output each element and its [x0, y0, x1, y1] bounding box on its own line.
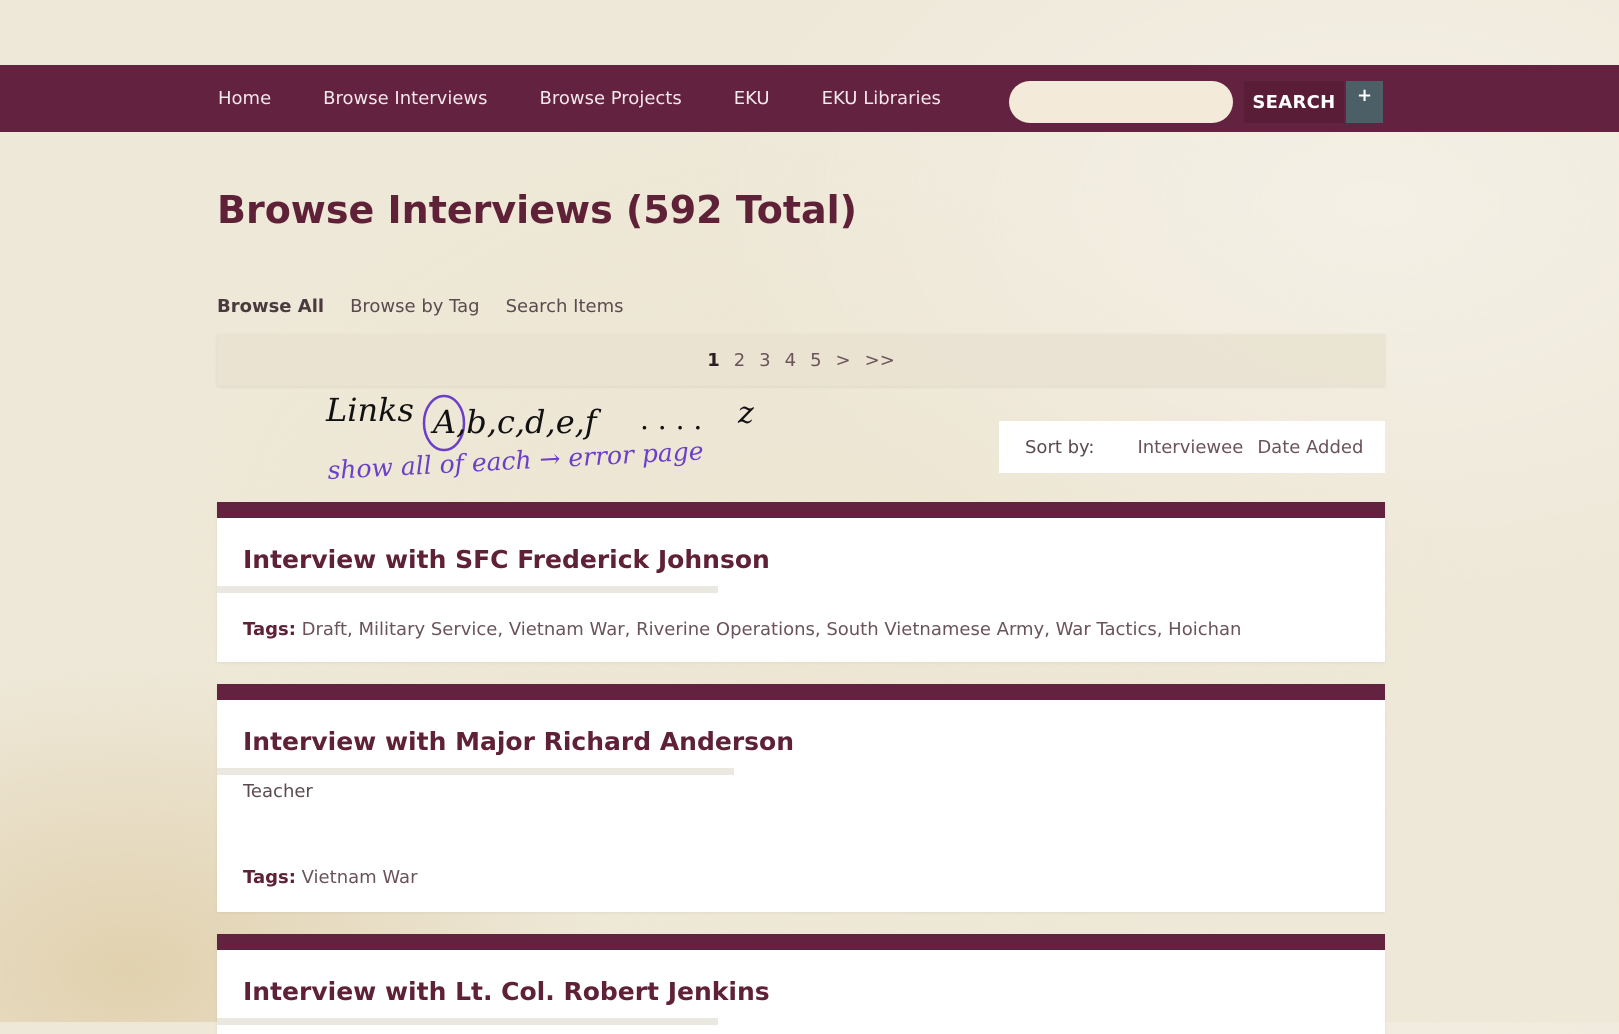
nav-link-home[interactable]: Home [218, 88, 271, 109]
title-divider [217, 586, 718, 593]
result-item: Interview with SFC Frederick Johnson Tag… [217, 502, 1385, 662]
search-input[interactable] [1009, 81, 1233, 123]
result-title[interactable]: Interview with SFC Frederick Johnson [243, 545, 770, 574]
sort-option-date-added[interactable]: Date Added [1257, 437, 1363, 458]
tags-label: Tags: [243, 619, 296, 640]
result-title[interactable]: Interview with Lt. Col. Robert Jenkins [243, 977, 770, 1006]
search-button[interactable]: SEARCH [1244, 81, 1344, 123]
sort-controls: Sort by: Interviewee Date Added [999, 421, 1385, 473]
page-link-5[interactable]: 5 [810, 350, 821, 371]
result-topbar [217, 934, 1385, 950]
annotation-links-text: Links [325, 391, 414, 429]
tag-list[interactable]: Vietnam War [302, 867, 418, 888]
nav-link-browse-interviews[interactable]: Browse Interviews [323, 88, 487, 109]
tag-list[interactable]: Draft, Military Service, Vietnam War, Ri… [302, 619, 1242, 640]
sub-nav-search-items[interactable]: Search Items [506, 296, 624, 317]
nav-links: Home Browse Interviews Browse Projects E… [218, 65, 993, 132]
sub-nav-browse-by-tag[interactable]: Browse by Tag [350, 296, 480, 317]
advanced-search-button[interactable]: + [1346, 81, 1383, 123]
result-description: Teacher [243, 781, 313, 802]
result-topbar [217, 684, 1385, 700]
result-tags: Tags: Draft, Military Service, Vietnam W… [243, 619, 1241, 640]
result-tags: Tags: Vietnam War [243, 867, 417, 888]
title-divider [217, 768, 734, 775]
sort-option-interviewee[interactable]: Interviewee [1137, 437, 1243, 458]
result-item: Interview with Lt. Col. Robert Jenkins [217, 934, 1385, 1034]
sub-nav-browse-all[interactable]: Browse All [217, 296, 324, 317]
page-link-4[interactable]: 4 [785, 350, 796, 371]
annotation-dots: . . . . [640, 403, 702, 436]
annotation-z: z [737, 396, 754, 431]
nav-link-eku[interactable]: EKU [734, 88, 770, 109]
page-link-3[interactable]: 3 [759, 350, 770, 371]
handwritten-annotation: Links A,b,c,d,e,f . . . . z show all of … [325, 391, 754, 485]
annotation-letters: A,b,c,d,e,f [430, 403, 602, 441]
page-link-2[interactable]: 2 [734, 350, 745, 371]
page-title: Browse Interviews (592 Total) [217, 188, 858, 232]
page-link-last[interactable]: >> [865, 350, 895, 371]
nav-link-eku-libraries[interactable]: EKU Libraries [822, 88, 941, 109]
page-link-next[interactable]: > [836, 350, 851, 371]
page-link-1[interactable]: 1 [707, 350, 720, 371]
result-topbar [217, 502, 1385, 518]
nav-link-browse-projects[interactable]: Browse Projects [540, 88, 682, 109]
tags-label: Tags: [243, 867, 296, 888]
annotation-error-note: show all of each → error page [327, 436, 704, 485]
result-item: Interview with Major Richard Anderson Te… [217, 684, 1385, 912]
browse-sub-nav: Browse All Browse by Tag Search Items [217, 296, 650, 317]
sort-label: Sort by: [1025, 436, 1095, 458]
result-title[interactable]: Interview with Major Richard Anderson [243, 727, 794, 756]
pagination: 1 2 3 4 5 > >> [217, 334, 1385, 386]
